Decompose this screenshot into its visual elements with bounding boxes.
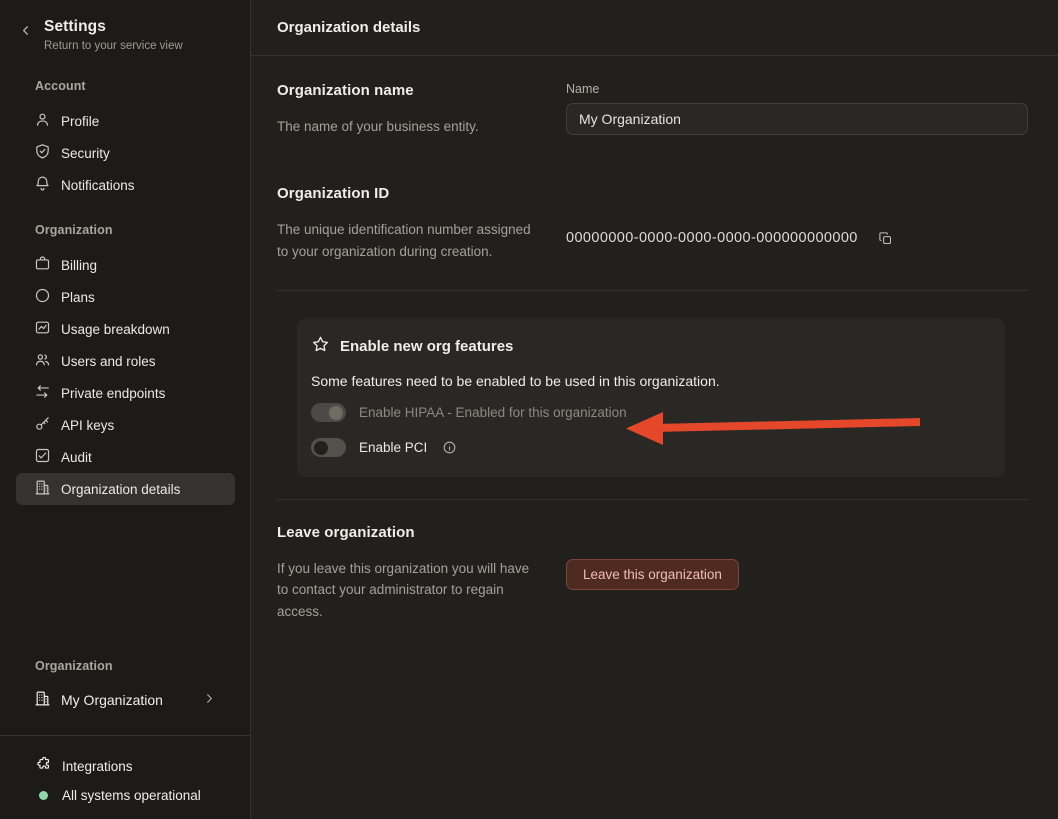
org-switcher-label: My Organization — [61, 692, 163, 708]
star-icon — [311, 335, 330, 359]
org-id-description: The unique identification number assigne… — [277, 219, 532, 262]
sidebar-item-label: Audit — [61, 450, 92, 465]
sidebar-item-api-keys[interactable]: API keys — [16, 409, 235, 441]
section-label-account: Account — [0, 79, 250, 93]
account-nav-list: Profile Security Notifications — [0, 105, 250, 201]
briefcase-icon — [34, 255, 51, 275]
page-title: Organization details — [251, 0, 1058, 56]
sidebar-header: Settings Return to your service view — [0, 0, 250, 52]
system-status-link[interactable]: All systems operational — [35, 788, 234, 803]
section-label-organization: Organization — [0, 223, 250, 237]
sidebar-item-users-and-roles[interactable]: Users and roles — [16, 345, 235, 377]
key-icon — [34, 415, 51, 435]
user-icon — [34, 111, 51, 131]
org-name-title: Organization name — [277, 82, 566, 99]
pci-toggle-row: Enable PCI — [311, 437, 985, 459]
sidebar-item-organization-details[interactable]: Organization details — [16, 473, 235, 505]
arrows-swap-icon — [34, 383, 51, 403]
name-field-label: Name — [566, 82, 1028, 96]
shield-check-icon — [34, 143, 51, 163]
sidebar-item-label: Profile — [61, 114, 99, 129]
sidebar-item-label: Usage breakdown — [61, 322, 170, 337]
integrations-link[interactable]: Integrations — [35, 756, 234, 776]
chart-icon — [34, 319, 51, 339]
section-divider — [277, 290, 1028, 291]
sidebar-item-usage-breakdown[interactable]: Usage breakdown — [16, 313, 235, 345]
org-id-value: 00000000-0000-0000-0000-000000000000 — [566, 230, 858, 246]
pci-toggle[interactable] — [311, 438, 346, 457]
leave-org-title: Leave organization — [277, 524, 566, 541]
sidebar-title: Settings — [44, 18, 183, 36]
sidebar-item-label: API keys — [61, 418, 114, 433]
sidebar-item-private-endpoints[interactable]: Private endpoints — [16, 377, 235, 409]
sidebar-item-label: Private endpoints — [61, 386, 165, 401]
hipaa-toggle-label: Enable HIPAA - Enabled for this organiza… — [359, 405, 627, 420]
sidebar-subtitle[interactable]: Return to your service view — [44, 40, 183, 52]
hipaa-toggle[interactable] — [311, 403, 346, 422]
circle-icon — [34, 287, 51, 307]
sidebar-item-billing[interactable]: Billing — [16, 249, 235, 281]
back-chevron-icon[interactable] — [18, 23, 33, 52]
leave-organization-button[interactable]: Leave this organization — [566, 559, 739, 590]
integrations-label: Integrations — [62, 759, 133, 774]
features-card-description: Some features need to be enabled to be u… — [311, 373, 985, 389]
hipaa-toggle-row: Enable HIPAA - Enabled for this organiza… — [311, 402, 985, 424]
copy-icon[interactable] — [878, 231, 893, 246]
sidebar-bottom: Integrations All systems operational — [0, 735, 250, 819]
info-icon[interactable] — [442, 440, 457, 455]
org-name-section: Organization name The name of your busin… — [277, 82, 1028, 137]
chevron-right-icon — [202, 691, 217, 709]
leave-org-section: Leave organization If you leave this org… — [277, 524, 1028, 622]
status-label: All systems operational — [62, 788, 201, 803]
audit-icon — [34, 447, 51, 467]
org-name-description: The name of your business entity. — [277, 116, 532, 137]
status-dot-icon — [39, 791, 48, 800]
leave-org-description: If you leave this organization you will … — [277, 558, 532, 622]
pci-toggle-label: Enable PCI — [359, 440, 427, 455]
settings-sidebar: Settings Return to your service view Acc… — [0, 0, 251, 819]
sidebar-item-label: Organization details — [61, 482, 180, 497]
building-icon — [34, 690, 51, 710]
org-id-section: Organization ID The unique identificatio… — [277, 185, 1028, 262]
organization-nav-list: Billing Plans Usage breakdown Users and … — [0, 249, 250, 505]
building-icon — [34, 479, 51, 499]
sidebar-item-label: Billing — [61, 258, 97, 273]
puzzle-icon — [35, 756, 52, 776]
sidebar-item-label: Security — [61, 146, 110, 161]
footer-section-label: Organization — [0, 659, 250, 673]
sidebar-item-label: Plans — [61, 290, 95, 305]
users-icon — [34, 351, 51, 371]
sidebar-item-label: Users and roles — [61, 354, 156, 369]
sidebar-item-profile[interactable]: Profile — [16, 105, 235, 137]
features-card-title: Enable new org features — [340, 338, 513, 355]
section-divider — [277, 499, 1028, 500]
features-card: Enable new org features Some features ne… — [297, 318, 1005, 477]
bell-icon — [34, 175, 51, 195]
sidebar-item-security[interactable]: Security — [16, 137, 235, 169]
sidebar-item-audit[interactable]: Audit — [16, 441, 235, 473]
org-switcher[interactable]: My Organization — [16, 684, 235, 716]
sidebar-item-plans[interactable]: Plans — [16, 281, 235, 313]
main-panel: Organization details Organization name T… — [251, 0, 1058, 819]
org-id-title: Organization ID — [277, 185, 566, 202]
org-name-input[interactable] — [566, 103, 1028, 135]
sidebar-item-label: Notifications — [61, 178, 135, 193]
sidebar-item-notifications[interactable]: Notifications — [16, 169, 235, 201]
